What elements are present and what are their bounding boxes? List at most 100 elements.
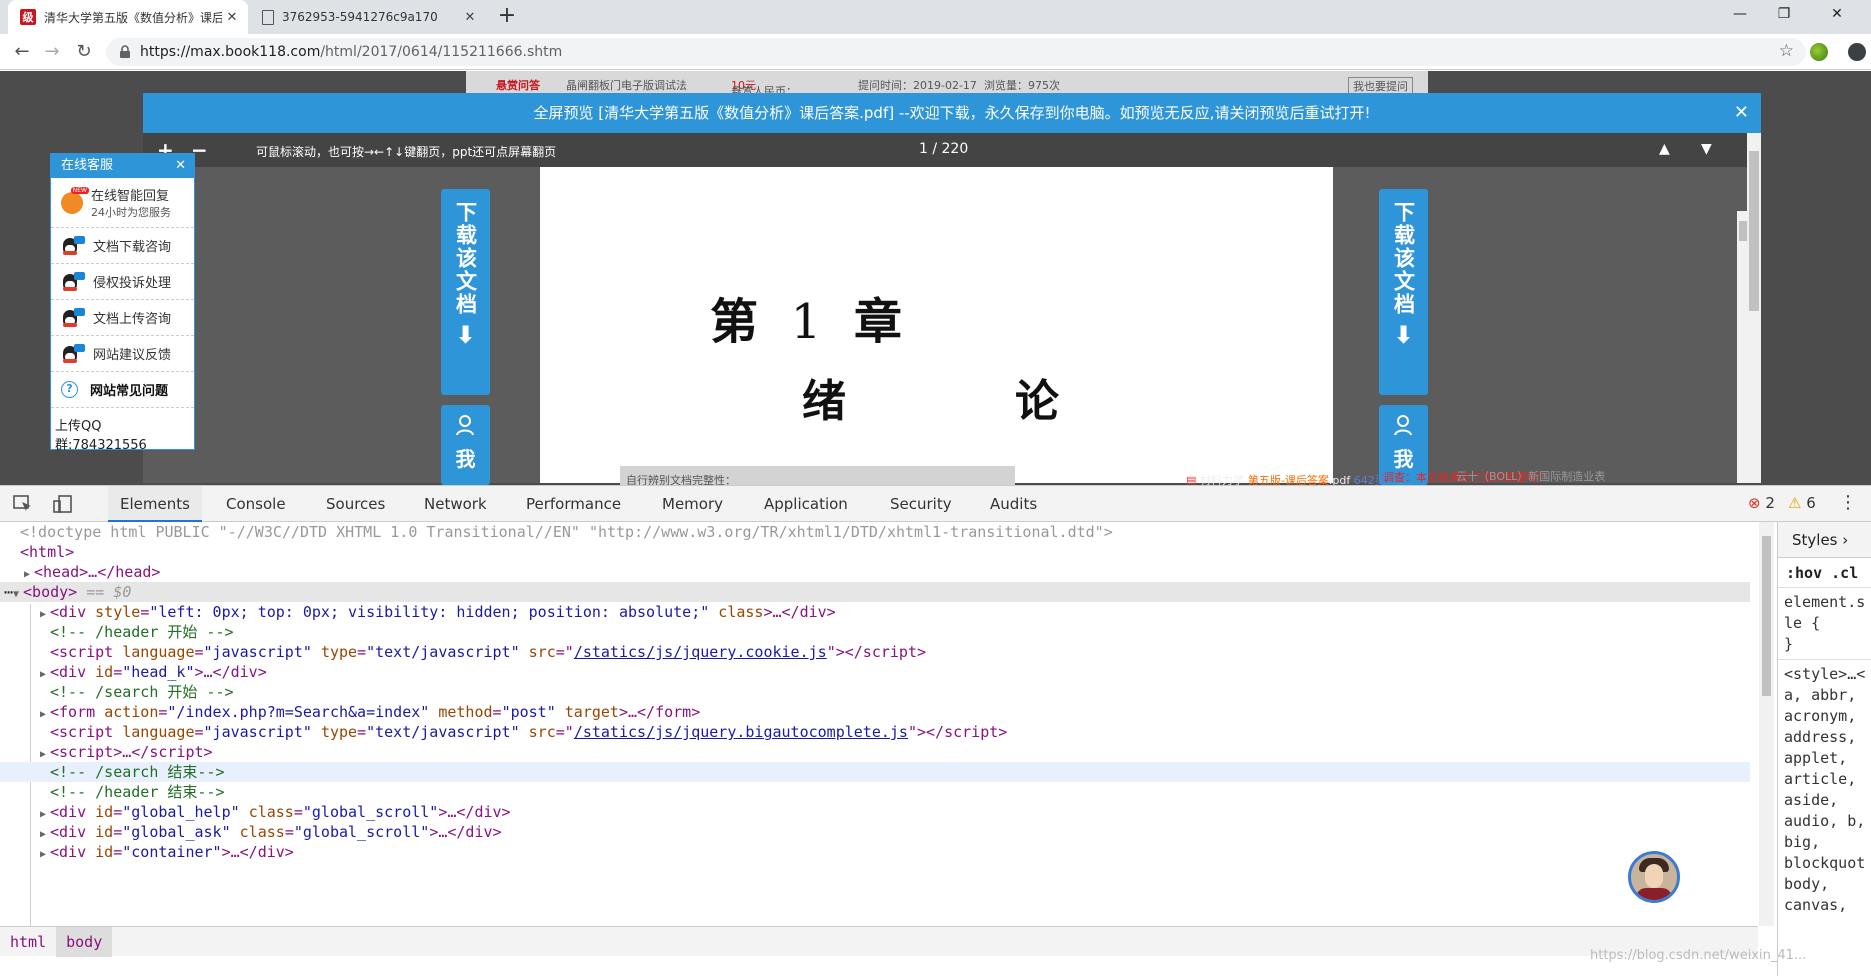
dom-line-container[interactable]: ▶ <div id="container">…</div> <box>0 842 1750 862</box>
preview-header: 全屏预览 [清华大学第五版《数值分析》课后答案.pdf] --欢迎下载，永久保存… <box>143 93 1761 133</box>
script-src-link[interactable]: /statics/js/jquery.bigautocomplete.js <box>574 723 908 741</box>
me-button-left[interactable]: 我 <box>441 405 490 485</box>
style-rule-line: applet, <box>1784 749 1848 767</box>
warning-icon: ⚠ <box>1788 494 1802 512</box>
dom-line-comment[interactable]: <!-- /header 结束--> <box>0 782 1750 802</box>
tab-sources[interactable]: Sources <box>314 486 397 522</box>
service-item-feedback[interactable]: 网站建议反馈 <box>51 336 194 372</box>
dom-line-script-collapsed[interactable]: ▶ <script>…</script> <box>0 742 1750 762</box>
breadcrumb-body[interactable]: body <box>56 927 113 957</box>
dom-line-global-help[interactable]: ▶ <div id="global_help" class="global_scr… <box>0 802 1750 822</box>
question-mark-icon: ? <box>61 381 78 398</box>
dom-line-global-ask[interactable]: ▶ <div id="global_ask" class="global_scro… <box>0 822 1750 842</box>
window-close-icon[interactable]: ✕ <box>1815 0 1859 30</box>
page-indicator: 1 / 220 <box>919 141 969 157</box>
elements-tree: <!doctype html PUBLIC "-//W3C//DTD XHTML… <box>0 522 1758 926</box>
document-favicon-icon <box>262 9 274 25</box>
style-rule-line: address, <box>1784 728 1857 746</box>
related-doc[interactable]: ▤ 材料力学-第五版-课后答案.pdf 642页 <box>1180 466 1440 485</box>
style-rule-line: a, abbr, <box>1784 686 1857 704</box>
warning-counter[interactable]: ⚠ 6 <box>1788 494 1816 512</box>
restore-icon[interactable]: ❐ <box>1762 0 1806 30</box>
style-rule-line: } <box>1784 635 1794 653</box>
dom-line-form[interactable]: ▶ <form action="/index.php?m=Search&a=ind… <box>0 702 1750 722</box>
download-arrow-icon: ⬇ <box>455 321 476 349</box>
tab-security[interactable]: Security <box>878 486 964 522</box>
service-header: 在线客服 ✕ <box>51 154 194 178</box>
back-arrow-icon[interactable]: ← <box>8 38 36 66</box>
error-icon: ⊗ <box>1748 494 1761 512</box>
service-item-download[interactable]: 文档下载咨询 <box>51 228 194 264</box>
navigation-hint: 可鼠标滚动，也可按→←↑↓键翻页，ppt还可点屏幕翻页 <box>256 145 557 159</box>
browser-tab-active[interactable]: 级 清华大学第五版《数值分析》课后 ✕ <box>8 0 248 34</box>
error-counter[interactable]: ⊗ 2 <box>1748 494 1775 512</box>
tab-close-icon[interactable]: ✕ <box>222 10 242 25</box>
qq-penguin-icon <box>61 271 85 292</box>
device-toolbar-icon[interactable] <box>52 494 74 514</box>
tab-memory[interactable]: Memory <box>650 486 735 522</box>
dom-line-script[interactable]: <script language="javascript" type="text… <box>0 642 1750 662</box>
kebab-menu-icon[interactable]: ⋮ <box>1839 492 1857 513</box>
tab-elements[interactable]: Elements <box>108 486 202 522</box>
reward-label: 悬赏人民币： 10元 <box>731 79 797 98</box>
inspect-element-icon[interactable] <box>12 494 34 514</box>
smart-reply-item[interactable]: NEW 在线智能回复 24小时为您服务 <box>51 178 194 228</box>
preview-toolbar: + − 可鼠标滚动，也可按→←↑↓键翻页，ppt还可点屏幕翻页 1 / 220 … <box>143 133 1761 167</box>
document-page: 第 1 章 绪 论 <box>540 167 1333 483</box>
tab-title: 3762953-5941276c9a170 <box>282 10 438 24</box>
modal-scroll-thumb[interactable] <box>1749 151 1759 311</box>
qq-penguin-icon <box>61 307 85 328</box>
service-item-upload[interactable]: 文档上传咨询 <box>51 300 194 336</box>
profile-icon[interactable] <box>1848 43 1866 61</box>
dom-line-comment[interactable]: <!-- /header 开始 --> <box>0 622 1750 642</box>
download-document-button-right[interactable]: 下载该文档 ⬇ <box>1379 189 1428 395</box>
forward-arrow-icon[interactable]: → <box>38 38 66 66</box>
page-up-icon[interactable]: ▲ <box>1659 141 1670 157</box>
bookmark-star-icon[interactable]: ☆ <box>1779 41 1794 61</box>
minimize-icon[interactable]: — <box>1718 0 1762 30</box>
dom-line-body[interactable]: ⋯▼ <body> == $0 <box>0 582 1750 602</box>
preview-header-text: 全屏预览 [清华大学第五版《数值分析》课后答案.pdf] --欢迎下载，永久保存… <box>533 104 1371 122</box>
reload-icon[interactable]: ↻ <box>70 38 98 66</box>
dom-line-doctype[interactable]: <!doctype html PUBLIC "-//W3C//DTD XHTML… <box>0 522 1750 542</box>
dom-line-hidden-div[interactable]: ▶ <div style="left: 0px; top: 0px; visibi… <box>0 602 1750 622</box>
dom-line-comment[interactable]: <!-- /search 开始 --> <box>0 682 1750 702</box>
page-down-icon[interactable]: ▼ <box>1701 141 1712 157</box>
dom-line-script[interactable]: <script language="javascript" type="text… <box>0 722 1750 742</box>
tab-console[interactable]: Console <box>214 486 298 522</box>
style-rule-line: canvas, <box>1784 896 1848 914</box>
tab-close-icon[interactable]: ✕ <box>460 10 480 25</box>
style-rule-line: aside, <box>1784 791 1839 809</box>
styles-tab[interactable]: Styles › <box>1778 522 1871 558</box>
elements-scroll-thumb[interactable] <box>1762 536 1771 696</box>
script-src-link[interactable]: /statics/js/jquery.cookie.js <box>574 643 827 661</box>
dom-line-comment-hovered[interactable]: <!-- /search 结束--> <box>0 762 1750 782</box>
service-close-icon[interactable]: ✕ <box>175 154 186 178</box>
download-document-button-left[interactable]: 下载该文档 ⬇ <box>441 189 490 395</box>
floating-avatar[interactable] <box>1628 851 1680 903</box>
tab-network[interactable]: Network <box>412 486 499 522</box>
breadcrumb-html[interactable]: html <box>0 927 56 957</box>
related-doc-2[interactable]: 云十（BOLL）新国际制造业表 <box>1450 466 1650 485</box>
tab-application[interactable]: Application <box>752 486 860 522</box>
browser-tabstrip: 级 清华大学第五版《数值分析》课后 ✕ 3762953-5941276c9a17… <box>0 0 1871 34</box>
elements-scrollbar[interactable] <box>1759 522 1774 926</box>
dom-line-head-k[interactable]: ▶ <div id="head_k">…</div> <box>0 662 1750 682</box>
question-topic[interactable]: 晶闸翻板门电子版调试法 <box>566 77 687 93</box>
address-bar[interactable]: https://max.book118.com/html/2017/0614/1… <box>106 38 1806 66</box>
tab-performance[interactable]: Performance <box>514 486 633 522</box>
styles-filter[interactable]: :hov .cl <box>1778 558 1871 588</box>
modal-scrollbar[interactable] <box>1747 133 1761 483</box>
ask-time: 提问时间：2019-02-17 <box>858 79 977 92</box>
browser-tab[interactable]: 3762953-5941276c9a170 ✕ <box>250 0 486 34</box>
service-item-complaint[interactable]: 侵权投诉处理 <box>51 264 194 300</box>
dom-line-head[interactable]: ▶ <head>…</head> <box>0 562 1750 582</box>
preview-close-icon[interactable]: ✕ <box>1734 93 1749 133</box>
online-service-panel: 在线客服 ✕ NEW 在线智能回复 24小时为您服务 文档下载咨询 侵权投诉处理… <box>50 153 195 453</box>
new-tab-button[interactable]: + <box>494 4 520 30</box>
service-faq[interactable]: ? 网站常见问题 <box>51 372 194 408</box>
user-icon <box>1393 415 1412 436</box>
tab-audits[interactable]: Audits <box>978 486 1049 522</box>
extension-icon[interactable] <box>1810 43 1828 61</box>
dom-line-html[interactable]: <html> <box>0 542 1750 562</box>
